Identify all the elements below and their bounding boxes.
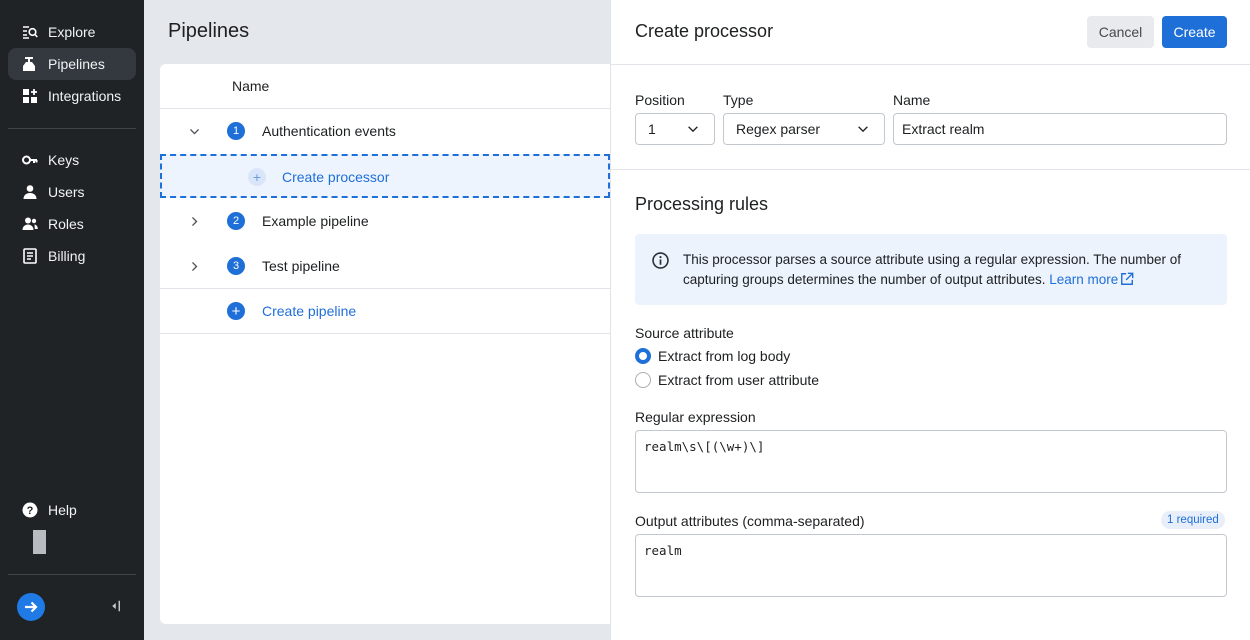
sidebar-divider: [8, 128, 136, 129]
page-title: Pipelines: [168, 20, 250, 42]
sidebar: Explore Pipelines Integrations Keys User…: [0, 0, 144, 640]
pipeline-number-badge: 3: [227, 257, 245, 275]
divider: [160, 333, 630, 334]
key-icon: [22, 152, 38, 168]
user-icon: [22, 184, 38, 200]
sidebar-item-billing[interactable]: Billing: [8, 240, 136, 272]
learn-more-label: Learn more: [1049, 272, 1119, 287]
divider: [611, 169, 1250, 170]
sidebar-item-roles[interactable]: Roles: [8, 208, 136, 240]
source-attribute-label: Source attribute: [635, 325, 734, 341]
sidebar-item-label: Help: [48, 502, 77, 518]
sidebar-item-label: Roles: [48, 216, 84, 232]
sidebar-item-label: Integrations: [48, 88, 122, 104]
sidebar-item-help[interactable]: ? Help: [8, 494, 136, 526]
billing-icon: [22, 248, 38, 264]
external-link-icon: [1121, 272, 1134, 285]
radio-label: Extract from user attribute: [658, 372, 820, 388]
plus-icon: +: [248, 168, 266, 186]
required-badge: 1 required: [1161, 511, 1225, 529]
svg-text:?: ?: [27, 505, 34, 517]
pipeline-name: Test pipeline: [262, 258, 340, 274]
radio-extract-log-body[interactable]: Extract from log body: [635, 348, 790, 364]
chevron-down-icon: [688, 126, 698, 133]
chevron-down-icon: [858, 126, 868, 133]
type-label: Type: [723, 92, 754, 108]
cancel-button[interactable]: Cancel: [1087, 16, 1154, 48]
position-label: Position: [635, 92, 685, 108]
pipeline-name: Authentication events: [262, 123, 396, 139]
pipelines-table: Name 1 Authentication events + Create pr…: [160, 64, 630, 624]
sidebar-divider: [8, 574, 136, 575]
collapse-sidebar-icon[interactable]: [106, 598, 122, 614]
position-value: 1: [648, 121, 656, 137]
create-processor-link[interactable]: Create processor: [282, 169, 389, 185]
help-icon: ?: [22, 502, 38, 518]
create-pipeline-row[interactable]: + Create pipeline: [160, 289, 630, 334]
sidebar-item-integrations[interactable]: Integrations: [8, 80, 136, 112]
create-processor-row[interactable]: + Create processor: [160, 154, 610, 198]
pipeline-number-badge: 1: [227, 122, 245, 140]
name-input[interactable]: [893, 113, 1227, 145]
radio-checked[interactable]: [635, 348, 651, 364]
sidebar-item-explore[interactable]: Explore: [8, 16, 136, 48]
radio-unchecked[interactable]: [635, 372, 651, 388]
sidebar-item-users[interactable]: Users: [8, 176, 136, 208]
sidebar-item-label: Billing: [48, 248, 86, 264]
info-icon: [652, 252, 669, 269]
sidebar-item-pipelines[interactable]: Pipelines: [8, 48, 136, 80]
sidebar-item-label: Pipelines: [48, 56, 105, 72]
column-header-name: Name: [232, 78, 270, 94]
sidebar-item-label: Keys: [48, 152, 80, 168]
table-row[interactable]: 2 Example pipeline: [160, 198, 630, 243]
create-processor-drawer: Create processor Cancel Create Position …: [610, 0, 1250, 640]
output-attributes-label: Output attributes (comma-separated): [635, 513, 865, 529]
sidebar-item-label: Users: [48, 184, 85, 200]
plus-icon: +: [227, 302, 245, 320]
table-row[interactable]: 1 Authentication events: [160, 109, 630, 154]
sidebar-item-label: Explore: [48, 24, 96, 40]
info-box: This processor parses a source attribute…: [635, 234, 1227, 305]
learn-more-link[interactable]: Learn more: [1049, 272, 1134, 287]
create-button[interactable]: Create: [1162, 16, 1227, 48]
pipeline-name: Example pipeline: [262, 213, 369, 229]
type-value: Regex parser: [736, 121, 821, 137]
divider: [611, 64, 1250, 65]
chevron-right-icon[interactable]: [186, 258, 202, 274]
info-text: This processor parses a source attribute…: [683, 250, 1203, 290]
avatar[interactable]: [33, 530, 46, 554]
radio-extract-user-attribute[interactable]: Extract from user attribute: [635, 372, 819, 388]
chevron-down-icon[interactable]: [186, 123, 202, 139]
table-row[interactable]: 3 Test pipeline: [160, 243, 630, 288]
sidebar-item-keys[interactable]: Keys: [8, 144, 136, 176]
pipelines-icon: [22, 56, 38, 72]
create-pipeline-link[interactable]: Create pipeline: [262, 303, 356, 319]
radio-label: Extract from log body: [658, 348, 791, 364]
logo-icon[interactable]: [17, 593, 45, 621]
roles-icon: [22, 216, 38, 232]
output-attributes-textarea[interactable]: realm: [635, 534, 1227, 597]
drawer-title: Create processor: [635, 21, 774, 41]
chevron-right-icon[interactable]: [186, 213, 202, 229]
type-select[interactable]: Regex parser: [723, 113, 885, 145]
pipeline-number-badge: 2: [227, 212, 245, 230]
regex-textarea[interactable]: realm\s\[(\w+)\]: [635, 430, 1227, 493]
regex-label: Regular expression: [635, 409, 756, 425]
explore-icon: [22, 24, 38, 40]
position-select[interactable]: 1: [635, 113, 715, 145]
section-title: Processing rules: [635, 194, 769, 214]
name-label: Name: [893, 92, 931, 108]
integrations-icon: [22, 88, 38, 104]
